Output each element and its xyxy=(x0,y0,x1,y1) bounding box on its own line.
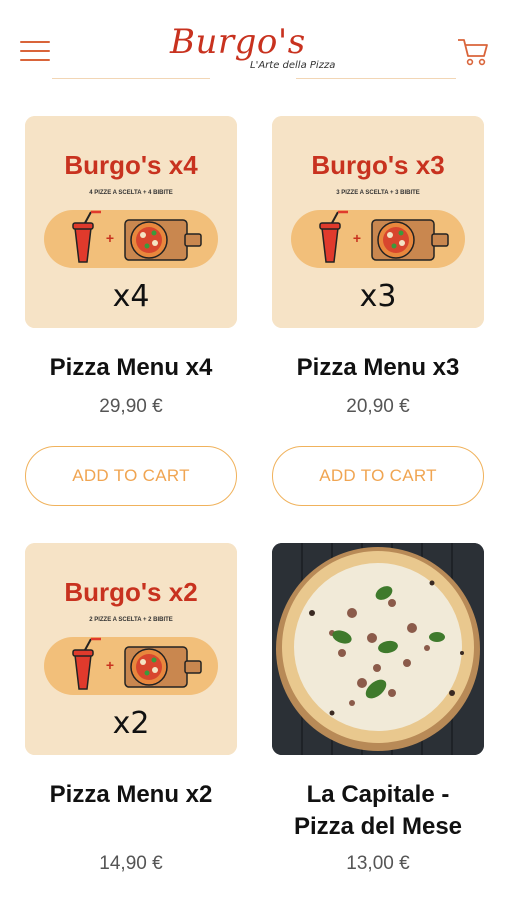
product-name[interactable]: Pizza Menu x4 xyxy=(25,352,237,384)
pizza-photo[interactable] xyxy=(272,543,484,755)
svg-text:+: + xyxy=(353,230,361,246)
add-to-cart-button[interactable]: ADD TO CART xyxy=(272,446,484,506)
logo-tagline: L'Arte della Pizza xyxy=(250,60,336,71)
combo-title: Burgo's x2 xyxy=(64,577,197,607)
combo-subtitle: 3 PIZZE A SCELTA + 3 BIBITE xyxy=(336,190,420,196)
product-price: 20,90 € xyxy=(346,396,410,417)
combo-subtitle: 4 PIZZE A SCELTA + 4 BIBITE xyxy=(89,190,173,196)
combo-count: x3 xyxy=(360,279,397,314)
brand-logo[interactable]: Burgo's L'Arte della Pizza xyxy=(166,22,346,78)
shopping-cart-icon[interactable] xyxy=(456,36,490,68)
product-image[interactable]: Burgo's x4 4 PIZZE A SCELTA + 4 BIBITE + xyxy=(25,116,237,328)
product-price: 14,90 € xyxy=(99,853,163,874)
product-image[interactable]: Burgo's x3 3 PIZZE A SCELTA + 3 BIBITE + xyxy=(272,116,484,328)
logo-name: Burgo's xyxy=(170,22,306,62)
product-price: 29,90 € xyxy=(99,396,163,417)
header-divider-left xyxy=(52,78,210,79)
combo-count: x4 xyxy=(113,279,150,314)
product-price: 13,00 € xyxy=(346,853,410,874)
site-header: Burgo's L'Arte della Pizza xyxy=(0,0,507,90)
svg-text:+: + xyxy=(106,657,114,673)
combo-title: Burgo's x4 xyxy=(64,150,198,180)
header-divider-right xyxy=(296,78,456,79)
combo-subtitle: 2 PIZZE A SCELTA + 2 BIBITE xyxy=(89,617,173,623)
hamburger-menu-icon[interactable] xyxy=(20,41,50,63)
product-name[interactable]: Pizza Menu x2 xyxy=(25,779,237,811)
add-to-cart-button[interactable]: ADD TO CART xyxy=(25,446,237,506)
combo-title: Burgo's x3 xyxy=(311,150,444,180)
svg-text:+: + xyxy=(106,230,114,246)
product-image[interactable]: Burgo's x2 2 PIZZE A SCELTA + 2 BIBITE + xyxy=(25,543,237,755)
combo-count: x2 xyxy=(113,706,150,741)
product-name[interactable]: Pizza Menu x3 xyxy=(272,352,484,384)
product-name-line1[interactable]: La Capitale - xyxy=(272,779,484,811)
product-name-line2[interactable]: Pizza del Mese xyxy=(272,811,484,843)
